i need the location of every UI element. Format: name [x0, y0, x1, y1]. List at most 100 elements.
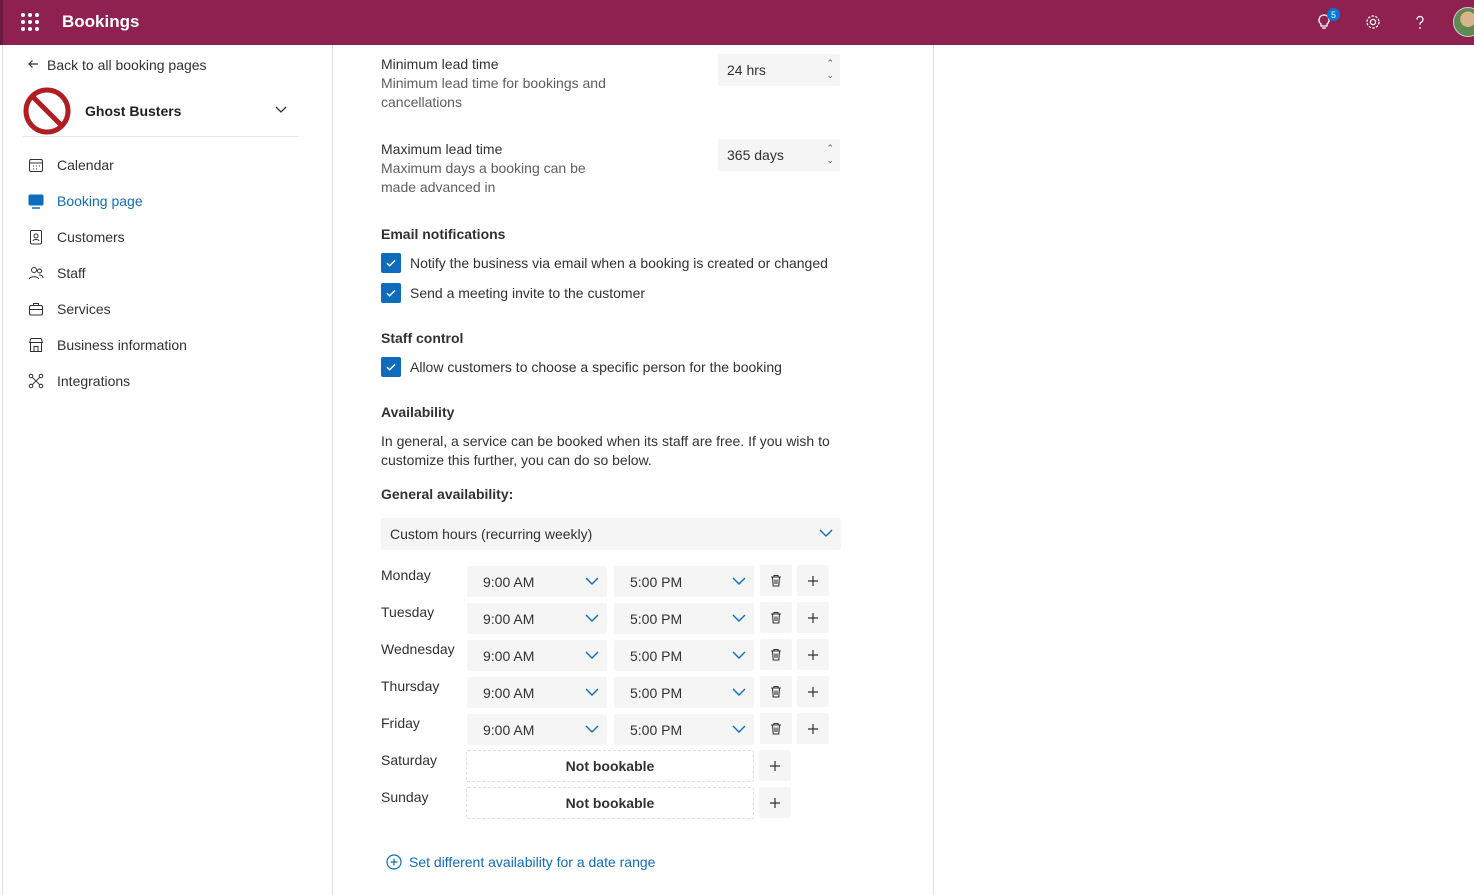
customers-icon	[27, 228, 45, 246]
min-lead-time-spinner[interactable]: 24 hrs ⌃ ⌄	[718, 54, 840, 86]
sidebar-item-booking-page[interactable]: Booking page	[27, 183, 187, 219]
checkmark-icon[interactable]	[381, 357, 401, 377]
sidebar-item-customers[interactable]: Customers	[27, 219, 187, 255]
notification-badge: 5	[1327, 8, 1340, 21]
top-bar: Bookings 5	[0, 0, 1474, 45]
plus-icon	[808, 686, 818, 697]
send-invite-checkbox[interactable]: Send a meeting invite to the customer	[381, 283, 645, 303]
day-label-friday: Friday	[381, 715, 420, 731]
start-time-dropdown[interactable]: 9:00 AM	[467, 677, 607, 708]
end-time-value: 5:00 PM	[630, 647, 683, 664]
checkmark-icon[interactable]	[381, 253, 401, 273]
business-icon	[27, 336, 45, 354]
add-time-button[interactable]	[797, 639, 829, 670]
delete-button[interactable]	[760, 676, 792, 707]
business-switcher[interactable]: Ghost Busters	[23, 85, 299, 137]
add-time-button[interactable]	[797, 713, 829, 744]
start-time-value: 9:00 AM	[483, 721, 535, 738]
avatar[interactable]	[1453, 7, 1474, 37]
availability-description: In general, a service can be booked when…	[381, 433, 830, 468]
sidebar-item-services[interactable]: Services	[27, 291, 187, 327]
sidebar-item-integrations[interactable]: Integrations	[27, 363, 187, 399]
add-time-button[interactable]	[797, 565, 829, 596]
help-icon[interactable]	[1409, 11, 1431, 33]
sidebar-item-calendar[interactable]: Calendar	[27, 147, 187, 183]
general-availability-label: General availability:	[381, 486, 514, 502]
delete-button[interactable]	[760, 565, 792, 596]
end-time-value: 5:00 PM	[630, 684, 683, 701]
integrations-icon	[27, 372, 45, 390]
chevron-down-icon	[732, 725, 746, 733]
add-time-button[interactable]	[759, 787, 791, 818]
sidebar-item-label: Customers	[57, 229, 125, 245]
sidebar-item-label: Integrations	[57, 373, 131, 389]
chevron-down-icon	[732, 614, 746, 622]
trash-icon	[771, 685, 781, 698]
end-time-dropdown[interactable]: 5:00 PM	[614, 677, 754, 708]
chevron-down-icon	[585, 614, 599, 622]
end-time-dropdown[interactable]: 5:00 PM	[614, 566, 754, 597]
gear-icon[interactable]	[1362, 11, 1384, 33]
chevron-down-icon	[585, 651, 599, 659]
sidebar-item-label: Calendar	[57, 157, 114, 173]
checkmark-icon[interactable]	[381, 283, 401, 303]
add-time-button[interactable]	[759, 750, 791, 781]
start-time-value: 9:00 AM	[483, 647, 535, 664]
add-time-button[interactable]	[797, 676, 829, 707]
allow-choose-staff-checkbox[interactable]: Allow customers to choose a specific per…	[381, 357, 782, 377]
sidebar-item-label: Business information	[57, 337, 187, 353]
allow-choose-staff-label: Allow customers to choose a specific per…	[410, 359, 782, 375]
min-lead-time-description: Minimum lead time for bookings and cance…	[381, 75, 606, 110]
notify-business-checkbox[interactable]: Notify the business via email when a boo…	[381, 253, 828, 273]
add-time-button[interactable]	[797, 602, 829, 633]
plus-icon	[808, 649, 818, 660]
delete-button[interactable]	[760, 713, 792, 744]
app-launcher-icon[interactable]	[21, 13, 39, 31]
app-title[interactable]: Bookings	[62, 12, 139, 32]
start-time-value: 9:00 AM	[483, 573, 535, 590]
chevron-down-icon	[732, 688, 746, 696]
end-time-dropdown[interactable]: 5:00 PM	[614, 714, 754, 745]
trash-icon	[771, 648, 781, 661]
plus-icon	[808, 723, 818, 734]
chevron-down-icon	[732, 577, 746, 585]
nav-list: Calendar Booking page Customers Staff Se…	[27, 147, 187, 399]
arrow-left-icon	[27, 57, 39, 73]
plus-icon	[808, 612, 818, 623]
general-availability-select[interactable]: Custom hours (recurring weekly)	[381, 518, 841, 550]
sidebar-item-business-information[interactable]: Business information	[27, 327, 187, 363]
staff-icon	[27, 264, 45, 282]
back-link-label: Back to all booking pages	[47, 57, 207, 73]
start-time-dropdown[interactable]: 9:00 AM	[467, 566, 607, 597]
delete-button[interactable]	[760, 639, 792, 670]
min-lead-time-value: 24 hrs	[727, 62, 766, 78]
chevron-down-icon[interactable]: ⌄	[826, 154, 834, 166]
day-label-thursday: Thursday	[381, 678, 440, 694]
start-time-dropdown[interactable]: 9:00 AM	[467, 603, 607, 634]
start-time-dropdown[interactable]: 9:00 AM	[467, 714, 607, 745]
chevron-down-icon	[585, 577, 599, 585]
start-time-dropdown[interactable]: 9:00 AM	[467, 640, 607, 671]
add-circle-icon	[386, 854, 402, 870]
date-range-link[interactable]: Set different availability for a date ra…	[386, 854, 655, 870]
chevron-up-icon[interactable]: ⌃	[826, 57, 834, 69]
chevron-down-icon	[585, 725, 599, 733]
day-label-tuesday: Tuesday	[381, 604, 435, 620]
delete-button[interactable]	[760, 602, 792, 633]
back-link[interactable]: Back to all booking pages	[27, 57, 207, 73]
plus-icon	[770, 797, 780, 808]
end-time-dropdown[interactable]: 5:00 PM	[614, 603, 754, 634]
sidebar-item-staff[interactable]: Staff	[27, 255, 187, 291]
max-lead-time-spinner[interactable]: 365 days ⌃ ⌄	[718, 139, 840, 171]
chevron-up-icon[interactable]: ⌃	[826, 142, 834, 154]
trash-icon	[771, 722, 781, 735]
send-invite-label: Send a meeting invite to the customer	[410, 285, 646, 301]
chevron-down-icon[interactable]: ⌄	[826, 69, 834, 81]
chevron-down-icon[interactable]	[275, 103, 287, 115]
min-lead-time-label: Minimum lead time	[381, 56, 499, 72]
not-bookable-slot: Not bookable	[466, 787, 754, 819]
day-label-monday: Monday	[381, 567, 431, 583]
day-label-sunday: Sunday	[381, 789, 429, 805]
chevron-down-icon	[732, 651, 746, 659]
end-time-dropdown[interactable]: 5:00 PM	[614, 640, 754, 671]
